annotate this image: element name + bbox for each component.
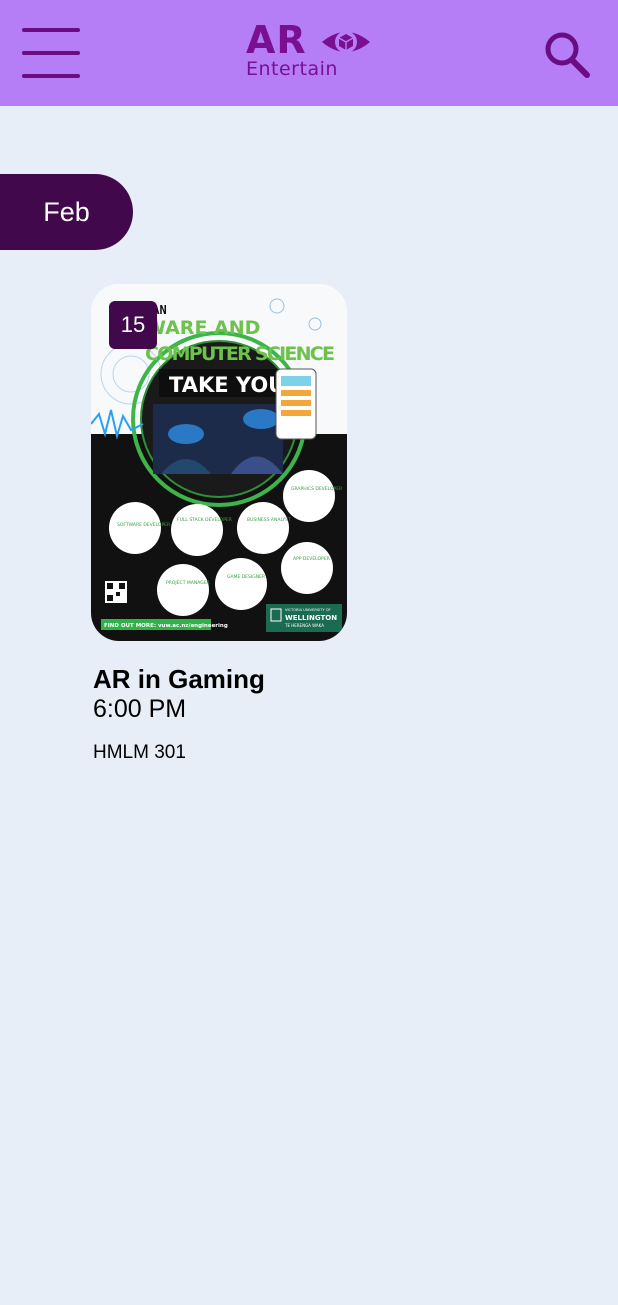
menu-bar-bottom [22, 74, 80, 78]
event-title[interactable]: AR in Gaming [93, 664, 265, 695]
poster-role-5: GAME DESIGNER [227, 574, 265, 580]
logo-subtitle: Entertain [246, 58, 338, 80]
event-location: HMLM 301 [93, 742, 186, 763]
event-time: 6:00 PM [93, 695, 187, 723]
search-icon[interactable] [543, 31, 591, 79]
menu-bar-top [22, 28, 80, 32]
poster-role-0: SOFTWARE DEVELOPER [117, 522, 170, 528]
event-poster[interactable]: CAN WARE AND COMPUTER SCIENCE TAKE YOU? … [91, 284, 347, 641]
app-header: AR Entertain [0, 0, 618, 106]
poster-role-6: PROJECT MANAGER [166, 580, 210, 586]
hamburger-menu-icon[interactable] [22, 28, 80, 78]
poster-university: WELLINGTON [285, 614, 337, 622]
logo-ar-text: AR [246, 18, 307, 62]
event-day-badge: 15 [109, 301, 157, 349]
app-logo[interactable]: AR Entertain [244, 18, 376, 82]
poster-university-top: VICTORIA UNIVERSITY OF [285, 608, 331, 612]
poster-footer-link: FIND OUT MORE: vuw.ac.nz/engineering [104, 623, 228, 629]
poster-university-sub: TE HERENGA WAKA [284, 623, 324, 628]
poster-role-3: GRAPHICS DEVELOPER [291, 486, 342, 492]
poster-headline-line2: COMPUTER SCIENCE [145, 343, 335, 365]
menu-bar-middle [22, 51, 80, 55]
event-card[interactable]: CAN WARE AND COMPUTER SCIENCE TAKE YOU? … [91, 284, 347, 774]
poster-headline-line1: WARE AND [145, 317, 260, 339]
month-label[interactable]: Feb [0, 174, 133, 250]
eye-icon [322, 31, 370, 53]
poster-role-4: APP DEVELOPER [293, 556, 330, 562]
month-text: Feb [43, 196, 90, 227]
poster-role-1: FULL STACK DEVELOPER [177, 517, 232, 523]
poster-role-2: BUSINESS ANALYST [247, 517, 291, 523]
